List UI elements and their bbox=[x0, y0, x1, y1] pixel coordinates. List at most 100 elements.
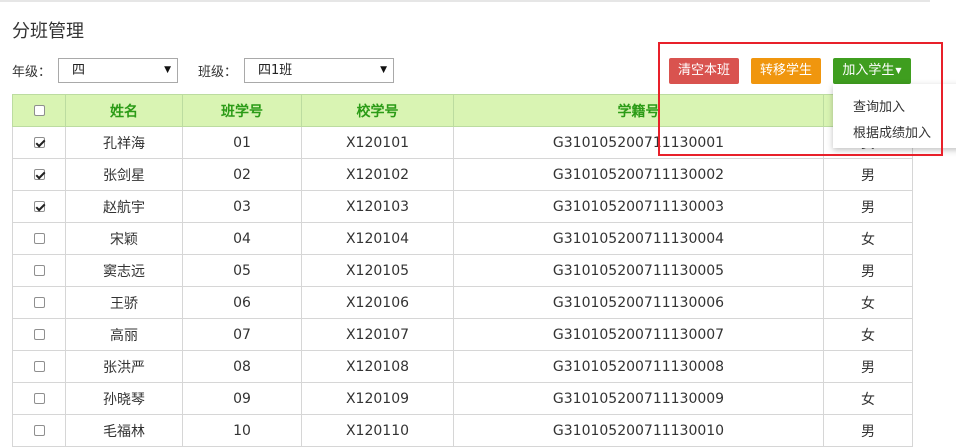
row-checkbox[interactable] bbox=[33, 137, 45, 148]
cell-school-no: X120106 bbox=[301, 286, 454, 319]
cell-reg-no: G310105200711130004 bbox=[453, 222, 824, 255]
page-title: 分班管理 bbox=[12, 21, 84, 42]
row-checkbox-cell bbox=[12, 190, 66, 223]
cell-class-no: 06 bbox=[182, 286, 302, 319]
cell-name: 赵航宇 bbox=[65, 190, 183, 223]
cell-reg-no: G310105200711130005 bbox=[453, 254, 824, 287]
class-select-value: 四1班 bbox=[258, 63, 293, 78]
table-row: 王骄 06 X120106 G310105200711130006 女 bbox=[12, 286, 913, 319]
cell-school-no: X120107 bbox=[301, 318, 454, 351]
cell-gender: 男 bbox=[823, 190, 913, 223]
student-table: 姓名 班学号 校学号 学籍号 性别 孔祥海01X120101G310105200… bbox=[12, 94, 913, 447]
transfer-students-button[interactable]: 转移学生 bbox=[751, 58, 821, 84]
cell-reg-no: G310105200711130009 bbox=[453, 382, 824, 415]
cell-name: 孙晓琴 bbox=[65, 382, 183, 415]
table-row: 毛福林 10 X120110 G310105200711130010 男 bbox=[12, 414, 913, 447]
cell-reg-no: G310105200711130010 bbox=[453, 414, 824, 447]
menu-item-add-by-score[interactable]: 根据成绩加入 bbox=[853, 122, 931, 141]
cell-class-no: 07 bbox=[182, 318, 302, 351]
cell-reg-no: G310105200711130008 bbox=[453, 350, 824, 383]
top-divider bbox=[0, 0, 930, 2]
table-header-row: 姓名 班学号 校学号 学籍号 性别 bbox=[12, 94, 913, 127]
cell-gender: 男 bbox=[823, 158, 913, 191]
cell-reg-no: G310105200711130007 bbox=[453, 318, 824, 351]
row-checkbox-cell bbox=[12, 126, 66, 159]
row-checkbox-cell bbox=[12, 286, 66, 319]
cell-gender: 女 bbox=[823, 286, 913, 319]
column-header-reg-no: 学籍号 bbox=[453, 94, 824, 127]
row-checkbox[interactable] bbox=[33, 297, 45, 308]
row-checkbox-cell bbox=[12, 350, 66, 383]
cell-name: 张剑星 bbox=[65, 158, 183, 191]
row-checkbox-cell bbox=[12, 158, 66, 191]
cell-school-no: X120108 bbox=[301, 350, 454, 383]
chevron-down-icon: ▼ bbox=[380, 65, 387, 75]
caret-down-icon: ▼ bbox=[895, 66, 902, 75]
table-row: 张剑星 02 X120102 G310105200711130002 男 bbox=[12, 158, 913, 191]
row-checkbox-cell bbox=[12, 318, 66, 351]
cell-gender: 男 bbox=[823, 350, 913, 383]
cell-class-no: 04 bbox=[182, 222, 302, 255]
table-row: 宋颖 04 X120104 G310105200711130004 女 bbox=[12, 222, 913, 255]
cell-class-no: 09 bbox=[182, 382, 302, 415]
table-row: 孔祥海01X120101G310105200711130001女 bbox=[12, 126, 913, 159]
row-checkbox[interactable] bbox=[33, 233, 45, 244]
cell-school-no: X120103 bbox=[301, 190, 454, 223]
row-checkbox-cell bbox=[12, 254, 66, 287]
row-checkbox[interactable] bbox=[33, 201, 45, 212]
cell-class-no: 05 bbox=[182, 254, 302, 287]
cell-name: 王骄 bbox=[65, 286, 183, 319]
cell-reg-no: G310105200711130002 bbox=[453, 158, 824, 191]
add-students-button[interactable]: 加入学生▼ bbox=[833, 58, 911, 84]
cell-name: 毛福林 bbox=[65, 414, 183, 447]
cell-gender: 女 bbox=[823, 382, 913, 415]
column-header-class-no: 班学号 bbox=[182, 94, 302, 127]
cell-school-no: X120101 bbox=[301, 126, 454, 159]
cell-class-no: 02 bbox=[182, 158, 302, 191]
grade-label: 年级： bbox=[12, 65, 52, 80]
cell-name: 孔祥海 bbox=[65, 126, 183, 159]
cell-school-no: X120104 bbox=[301, 222, 454, 255]
column-header-school-no: 校学号 bbox=[301, 94, 454, 127]
cell-school-no: X120105 bbox=[301, 254, 454, 287]
row-checkbox-cell bbox=[12, 382, 66, 415]
cell-gender: 女 bbox=[823, 318, 913, 351]
row-checkbox-cell bbox=[12, 414, 66, 447]
select-all-checkbox[interactable] bbox=[33, 105, 45, 116]
cell-name: 宋颖 bbox=[65, 222, 183, 255]
cell-gender: 男 bbox=[823, 414, 913, 447]
class-label: 班级： bbox=[198, 65, 238, 80]
table-row: 赵航宇 03 X120103 G310105200711130003 男 bbox=[12, 190, 913, 223]
add-students-dropdown: 查询加入 根据成绩加入 bbox=[833, 84, 956, 148]
cell-reg-no: G310105200711130003 bbox=[453, 190, 824, 223]
table-row: 孙晓琴 09 X120109 G310105200711130009 女 bbox=[12, 382, 913, 415]
cell-reg-no: G310105200711130001 bbox=[453, 126, 824, 159]
cell-class-no: 10 bbox=[182, 414, 302, 447]
row-checkbox[interactable] bbox=[33, 265, 45, 276]
column-header-name: 姓名 bbox=[65, 94, 183, 127]
select-all-cell bbox=[12, 94, 66, 127]
cell-class-no: 01 bbox=[182, 126, 302, 159]
class-select[interactable]: 四1班 ▼ bbox=[244, 58, 394, 83]
add-students-label: 加入学生 bbox=[842, 63, 895, 78]
cell-name: 高丽 bbox=[65, 318, 183, 351]
cell-gender: 女 bbox=[823, 222, 913, 255]
cell-school-no: X120102 bbox=[301, 158, 454, 191]
row-checkbox[interactable] bbox=[33, 361, 45, 372]
row-checkbox[interactable] bbox=[33, 329, 45, 340]
cell-school-no: X120110 bbox=[301, 414, 454, 447]
menu-item-query-add[interactable]: 查询加入 bbox=[853, 96, 905, 115]
cell-name: 窦志远 bbox=[65, 254, 183, 287]
row-checkbox[interactable] bbox=[33, 393, 45, 404]
grade-select[interactable]: 四 ▼ bbox=[58, 58, 178, 83]
clear-class-button[interactable]: 清空本班 bbox=[669, 58, 739, 84]
row-checkbox[interactable] bbox=[33, 425, 45, 436]
cell-name: 张洪严 bbox=[65, 350, 183, 383]
cell-school-no: X120109 bbox=[301, 382, 454, 415]
row-checkbox[interactable] bbox=[33, 169, 45, 180]
cell-class-no: 03 bbox=[182, 190, 302, 223]
table-row: 窦志远 05 X120105 G310105200711130005 男 bbox=[12, 254, 913, 287]
cell-class-no: 08 bbox=[182, 350, 302, 383]
chevron-down-icon: ▼ bbox=[164, 65, 171, 75]
table-row: 张洪严 08 X120108 G310105200711130008 男 bbox=[12, 350, 913, 383]
